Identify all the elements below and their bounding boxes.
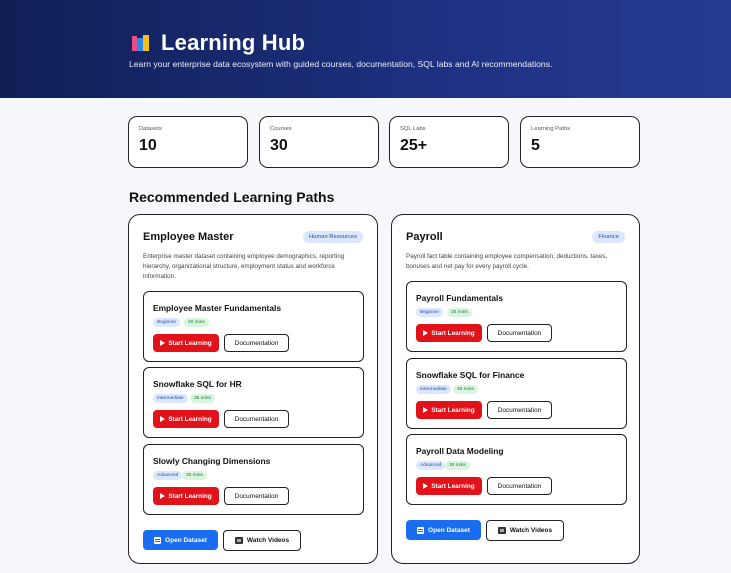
duration-badge: 25 mins xyxy=(447,308,472,317)
page-subtitle: Learn your enterprise data ecosystem wit… xyxy=(129,59,553,69)
course-card: Slowly Changing Dimensions Advanced 30 m… xyxy=(143,444,364,515)
course-card: Employee Master Fundamentals Beginner 20… xyxy=(143,291,364,362)
course-title: Snowflake SQL for HR xyxy=(153,379,242,389)
duration-badge: 30 mins xyxy=(445,461,470,470)
course-card: Snowflake SQL for HR Intermediate 35 min… xyxy=(143,367,364,438)
play-icon xyxy=(423,330,429,336)
course-title: Payroll Fundamentals xyxy=(416,293,504,303)
duration-badge: 35 mins xyxy=(190,394,215,403)
stat-datasets: Datasets 10 xyxy=(128,116,248,168)
start-learning-button[interactable]: Start Learning xyxy=(416,401,482,419)
open-dataset-button[interactable]: Open Dataset xyxy=(406,520,481,540)
level-badge: Intermediate xyxy=(153,394,188,403)
dataset-icon xyxy=(154,536,162,544)
stat-label: Learning Paths xyxy=(531,126,570,132)
video-icon xyxy=(497,527,506,534)
course-card: Payroll Data Modeling Advanced 30 mins S… xyxy=(406,434,627,505)
stat-value: 10 xyxy=(139,137,157,154)
page-title: Learning Hub xyxy=(161,30,306,55)
path-title: Employee Master xyxy=(143,231,234,243)
books-icon xyxy=(131,33,151,53)
path-title: Payroll xyxy=(406,231,443,243)
course-title: Employee Master Fundamentals xyxy=(153,303,281,313)
start-learning-button[interactable]: Start Learning xyxy=(416,324,482,342)
level-badge: Beginner xyxy=(416,308,444,317)
play-icon xyxy=(423,407,429,413)
open-dataset-button[interactable]: Open Dataset xyxy=(143,530,218,550)
course-card: Snowflake SQL for Finance Intermediate 4… xyxy=(406,358,627,429)
watch-videos-button[interactable]: Watch Videos xyxy=(223,530,301,551)
documentation-button[interactable]: Documentation xyxy=(487,401,552,419)
stat-label: Datasets xyxy=(139,126,162,132)
stat-label: SQL Labs xyxy=(400,126,426,132)
start-learning-button[interactable]: Start Learning xyxy=(416,477,482,495)
stat-value: 5 xyxy=(531,137,540,154)
play-icon xyxy=(160,416,166,422)
category-tag: Finance xyxy=(592,231,625,243)
documentation-button[interactable]: Documentation xyxy=(487,477,552,495)
stat-value: 25+ xyxy=(400,137,428,154)
path-description: Payroll fact table containing employee c… xyxy=(406,253,608,270)
path-card-employee-master: Employee Master Human Resources Enterpri… xyxy=(128,214,378,564)
documentation-button[interactable]: Documentation xyxy=(224,410,289,428)
course-title: Slowly Changing Dimensions xyxy=(153,456,271,466)
level-badge: Advanced xyxy=(153,471,183,480)
play-icon xyxy=(160,340,166,346)
duration-badge: 40 mins xyxy=(453,385,478,394)
section-title: Recommended Learning Paths xyxy=(129,189,335,205)
start-learning-button[interactable]: Start Learning xyxy=(153,487,219,505)
stat-courses: Courses 30 xyxy=(259,116,379,168)
hero-title-row: Learning Hub xyxy=(131,30,305,56)
play-icon xyxy=(423,483,429,489)
level-badge: Beginner xyxy=(153,318,181,327)
documentation-button[interactable]: Documentation xyxy=(224,334,289,352)
documentation-button[interactable]: Documentation xyxy=(487,324,552,342)
stat-value: 30 xyxy=(270,137,288,154)
stat-sql-labs: SQL Labs 25+ xyxy=(389,116,509,168)
course-card: Payroll Fundamentals Beginner 25 mins St… xyxy=(406,281,627,352)
stat-learning-paths: Learning Paths 5 xyxy=(520,116,640,168)
category-tag: Human Resources xyxy=(302,231,363,243)
level-badge: Advanced xyxy=(416,461,446,470)
start-learning-button[interactable]: Start Learning xyxy=(153,334,219,352)
course-title: Payroll Data Modeling xyxy=(416,446,504,456)
level-badge: Intermediate xyxy=(416,385,451,394)
course-title: Snowflake SQL for Finance xyxy=(416,370,525,380)
dataset-icon xyxy=(417,526,425,534)
path-description: Enterprise master dataset containing emp… xyxy=(143,253,345,280)
duration-badge: 30 mins xyxy=(182,471,207,480)
documentation-button[interactable]: Documentation xyxy=(224,487,289,505)
video-icon xyxy=(234,537,243,544)
stat-label: Courses xyxy=(270,126,292,132)
duration-badge: 20 mins xyxy=(184,318,209,327)
path-card-payroll: Payroll Finance Payroll fact table conta… xyxy=(391,214,640,564)
hero-banner: Learning Hub Learn your enterprise data … xyxy=(0,0,731,98)
watch-videos-button[interactable]: Watch Videos xyxy=(486,520,564,541)
start-learning-button[interactable]: Start Learning xyxy=(153,410,219,428)
play-icon xyxy=(160,493,166,499)
